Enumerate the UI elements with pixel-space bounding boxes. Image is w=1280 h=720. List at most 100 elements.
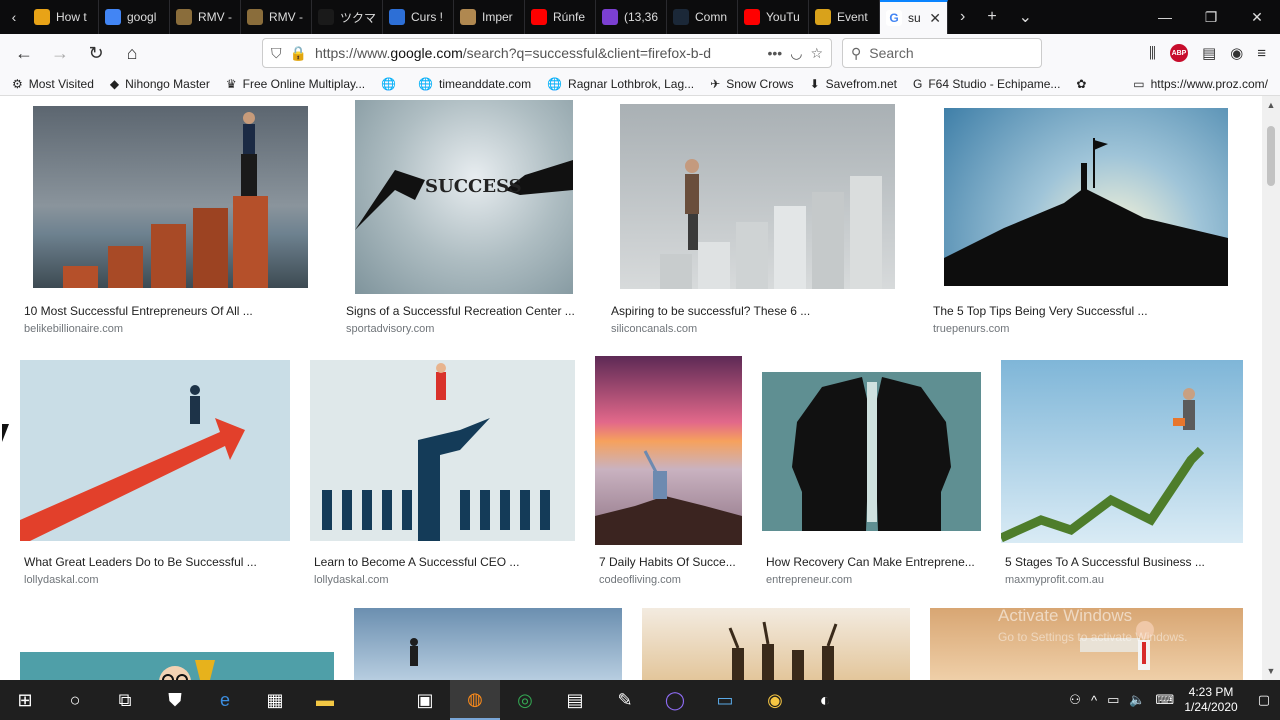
minimize-icon[interactable]: —: [1142, 0, 1188, 34]
bookmark-item[interactable]: ⬇ Savefrom.net: [810, 77, 897, 91]
result-source[interactable]: truepenurs.com: [933, 323, 1009, 335]
tab-scroll-left-icon[interactable]: ‹: [0, 0, 28, 34]
tab-active[interactable]: G su ✕: [880, 0, 948, 34]
tab-close-icon[interactable]: ✕: [929, 10, 941, 27]
result-image-celebration[interactable]: [642, 608, 910, 680]
clock[interactable]: 4:23 PM 1/24/2020: [1184, 685, 1237, 715]
cortana-search-icon[interactable]: ○: [50, 680, 100, 720]
bookmark-item[interactable]: ◆ Nihongo Master: [110, 77, 210, 91]
task-view-icon[interactable]: ⧉: [100, 680, 150, 720]
result-source[interactable]: belikebillionaire.com: [24, 323, 123, 335]
result-caption[interactable]: What Great Leaders Do to Be Successful .…: [24, 555, 257, 569]
bookmark-item[interactable]: ✈ Snow Crows: [710, 77, 793, 91]
result-image-red-arrow[interactable]: [20, 360, 290, 541]
pocket-icon[interactable]: ◡: [790, 45, 802, 62]
account-icon[interactable]: ◉: [1230, 44, 1243, 62]
bookmark-star-icon[interactable]: ☆: [810, 45, 823, 62]
menu-icon[interactable]: ≡: [1257, 45, 1266, 62]
bookmark-proz[interactable]: ▭ https://www.proz.com/: [1133, 77, 1268, 91]
result-source[interactable]: lollydaskal.com: [314, 574, 389, 586]
calendar-app-icon[interactable]: ▤: [550, 680, 600, 720]
scrollbar-thumb[interactable]: [1267, 126, 1275, 186]
bookmark-item[interactable]: ♛ Free Online Multiplay...: [226, 77, 365, 91]
result-caption[interactable]: Signs of a Successful Recreation Center …: [346, 304, 575, 318]
result-image-mountain-flag[interactable]: [944, 108, 1228, 286]
tab-7[interactable]: Rúnfe: [525, 0, 596, 34]
security-shield-icon[interactable]: ⛊: [150, 680, 200, 720]
edge-browser-icon[interactable]: e: [200, 680, 250, 720]
app-window-icon[interactable]: ▣: [400, 680, 450, 720]
result-source[interactable]: sportadvisory.com: [346, 323, 434, 335]
sidebar-icon[interactable]: ▤: [1202, 44, 1216, 62]
tray-chevron-up-icon[interactable]: ^: [1091, 693, 1097, 708]
network-icon[interactable]: ▭: [1107, 692, 1119, 708]
result-image-ceo-hand[interactable]: [310, 360, 575, 541]
result-caption-visible[interactable]: 5 Stages To A Successful Business ...: [1005, 555, 1205, 569]
keyboard-icon[interactable]: ⌨: [1156, 692, 1175, 708]
lock-icon[interactable]: 🔒: [290, 45, 307, 62]
tab-2[interactable]: RMV -: [170, 0, 241, 34]
tab-6[interactable]: Imper: [454, 0, 525, 34]
result-caption[interactable]: Learn to Become A Successful CEO ...: [314, 555, 519, 569]
bookmark-item[interactable]: ⚙ Most Visited: [12, 77, 94, 91]
tab-list-chevron-down-icon[interactable]: ⌄: [1019, 7, 1032, 27]
paint-app-icon[interactable]: ✎: [600, 680, 650, 720]
page-actions-icon[interactable]: •••: [768, 45, 783, 61]
reload-icon[interactable]: ↻: [80, 37, 112, 69]
tab-5[interactable]: Curs !: [383, 0, 454, 34]
bookmark-item[interactable]: 🌐 timeanddate.com: [418, 77, 531, 91]
adblock-plus-icon[interactable]: ABP: [1169, 44, 1188, 62]
result-image-stairs-man[interactable]: [620, 104, 895, 289]
start-windows-icon[interactable]: ⊞: [0, 680, 50, 720]
tab-10[interactable]: YouTu: [738, 0, 809, 34]
result-caption[interactable]: Aspiring to be successful? These 6 ...: [611, 304, 810, 318]
search-input[interactable]: ⚲ Search: [842, 38, 1042, 68]
result-image-success-sign[interactable]: SUCCESS: [355, 100, 573, 294]
bookmark-item[interactable]: ✿: [1076, 77, 1092, 91]
forward-arrow-icon[interactable]: →: [44, 37, 76, 69]
messenger-icon[interactable]: ◉: [750, 680, 800, 720]
result-image-trophy-cartoon[interactable]: [20, 608, 334, 680]
tab-11[interactable]: Event: [809, 0, 880, 34]
restore-icon[interactable]: ❐: [1188, 0, 1234, 34]
new-tab-icon[interactable]: +: [987, 8, 996, 26]
result-image-sky-climber[interactable]: [354, 608, 622, 680]
result-caption[interactable]: How Recovery Can Make Entreprene...: [766, 555, 975, 569]
tab-4[interactable]: ツクマテ: [312, 0, 383, 34]
scroll-down-icon[interactable]: ▼: [1262, 666, 1280, 676]
bookmark-item[interactable]: G F64 Studio - Echipame...: [913, 77, 1060, 91]
tab-scroll-right-icon[interactable]: ›: [960, 8, 965, 26]
tab-1[interactable]: googl: [99, 0, 170, 34]
remote-desktop-icon[interactable]: ▭: [700, 680, 750, 720]
people-icon[interactable]: ⚇: [1069, 692, 1081, 708]
scroll-up-icon[interactable]: ▲: [1262, 100, 1280, 110]
result-image-sunset-peak[interactable]: [595, 356, 742, 545]
result-image-growth-plant[interactable]: [1001, 360, 1243, 543]
bookmark-item[interactable]: 🌐 Ragnar Lothbrok, Lag...: [547, 77, 694, 91]
volume-icon[interactable]: 🔈: [1129, 692, 1145, 708]
chrome-icon[interactable]: ◎: [500, 680, 550, 720]
result-caption[interactable]: The 5 Top Tips Being Very Successful ...: [933, 304, 1148, 318]
close-window-icon[interactable]: ✕: [1234, 0, 1280, 34]
result-source[interactable]: lollydaskal.com: [24, 574, 99, 586]
notifications-icon[interactable]: ▢: [1258, 692, 1270, 708]
result-source[interactable]: maxmyprofit.com.au: [1005, 574, 1104, 586]
shield-icon[interactable]: ⛉: [271, 45, 282, 62]
bookmark-item[interactable]: 🌐: [381, 77, 402, 91]
result-source[interactable]: entrepreneur.com: [766, 574, 852, 586]
result-source[interactable]: codeofliving.com: [599, 574, 681, 586]
result-image-head-silhouette[interactable]: [762, 372, 981, 531]
obs-icon[interactable]: ◐: [800, 680, 850, 720]
result-caption[interactable]: 7 Daily Habits Of Succe...: [599, 555, 736, 569]
file-explorer-icon[interactable]: ▬: [300, 680, 350, 720]
library-icon[interactable]: ⫼: [1149, 45, 1156, 62]
tab-3[interactable]: RMV -: [241, 0, 312, 34]
address-bar[interactable]: ⛉ 🔒 https://www.google.com/search?q=succ…: [262, 38, 832, 68]
circle-app-icon[interactable]: ◯: [650, 680, 700, 720]
page-scrollbar[interactable]: ▲ ▼: [1262, 96, 1280, 680]
back-arrow-icon[interactable]: ←: [8, 37, 40, 69]
home-icon[interactable]: ⌂: [116, 37, 148, 69]
tab-0[interactable]: How t: [28, 0, 99, 34]
url-text[interactable]: https://www.google.com/search?q=successf…: [315, 45, 760, 61]
result-source[interactable]: siliconcanals.com: [611, 323, 697, 335]
